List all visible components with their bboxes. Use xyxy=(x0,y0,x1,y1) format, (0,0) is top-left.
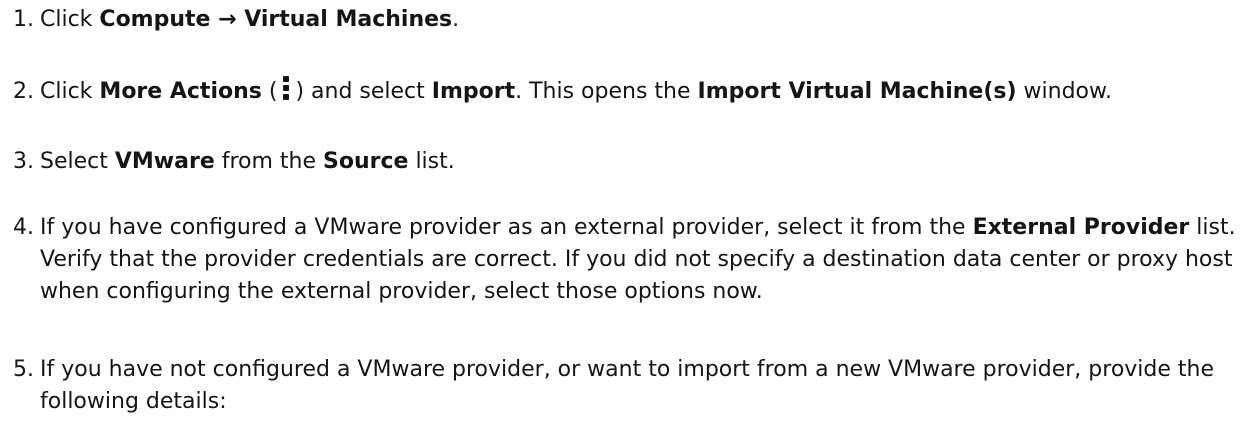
step-text: If you have configured a VMware provider… xyxy=(40,215,973,240)
source-label: Source xyxy=(323,149,409,174)
step-text: . This opens the xyxy=(515,79,698,104)
step-number: 4. xyxy=(13,215,34,240)
step-number: 1. xyxy=(13,7,34,32)
step-text: ) and select xyxy=(295,79,432,104)
step-2: 2. Click More Actions ( ) and select Impo… xyxy=(13,76,1250,108)
step-text: window. xyxy=(1016,79,1112,104)
import-window-label: Import Virtual Machine(s) xyxy=(697,79,1017,104)
step-1: 1. Click Compute → Virtual Machines. xyxy=(13,4,1250,36)
step-5: 5. If you have not configured a VMware p… xyxy=(13,354,1250,418)
step-text: If you have not configured a VMware prov… xyxy=(40,357,1215,414)
step-text: from the xyxy=(214,149,324,174)
import-label: Import xyxy=(431,79,516,104)
step-number: 5. xyxy=(13,357,34,382)
step-4: 4. If you have configured a VMware provi… xyxy=(13,212,1250,308)
step-text: ( xyxy=(261,79,278,104)
step-text: . xyxy=(452,7,460,32)
step-number: 3. xyxy=(13,149,34,174)
step-text: Click xyxy=(40,7,100,32)
menu-path: Compute → Virtual Machines xyxy=(99,7,453,32)
step-text: list. xyxy=(408,149,455,174)
vmware-label: VMware xyxy=(114,149,215,174)
step-text: Click xyxy=(40,79,100,104)
step-3: 3. Select VMware from the Source list. xyxy=(13,146,1250,178)
step-text: Select xyxy=(40,149,115,174)
instruction-list: 1. Click Compute → Virtual Machines. 2. … xyxy=(0,0,1254,433)
kebab-vertical-icon xyxy=(283,76,290,100)
more-actions-label: More Actions xyxy=(99,79,262,104)
step-number: 2. xyxy=(13,79,34,104)
external-provider-label: External Provider xyxy=(972,215,1190,240)
